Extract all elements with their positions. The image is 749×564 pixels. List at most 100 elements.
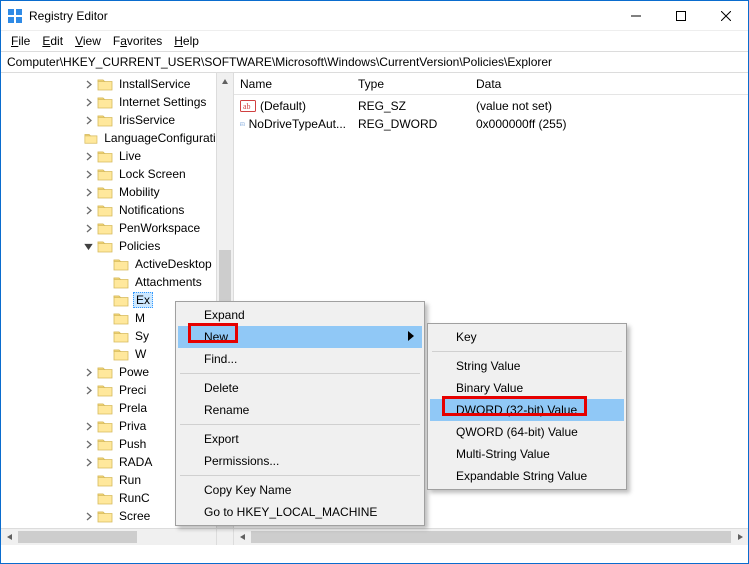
folder-icon bbox=[97, 437, 113, 451]
close-button[interactable] bbox=[703, 1, 748, 31]
tree-item-label: Lock Screen bbox=[117, 167, 188, 181]
cm-export[interactable]: Export bbox=[178, 428, 422, 450]
tree-item-label: W bbox=[133, 347, 148, 361]
cm-separator bbox=[180, 424, 420, 425]
tree-item[interactable]: Notifications bbox=[1, 201, 233, 219]
app-icon bbox=[7, 8, 23, 24]
new-submenu: Key String Value Binary Value DWORD (32-… bbox=[427, 323, 627, 490]
tree-item[interactable]: IrisService bbox=[1, 111, 233, 129]
collapse-icon[interactable] bbox=[81, 239, 95, 253]
scroll-left-button[interactable] bbox=[234, 529, 251, 545]
scroll-left-button[interactable] bbox=[1, 529, 18, 545]
expander-placeholder bbox=[81, 491, 95, 505]
expand-icon[interactable] bbox=[81, 437, 95, 451]
expander-placeholder bbox=[97, 311, 111, 325]
string-value-icon: ab bbox=[240, 98, 256, 114]
col-data[interactable]: Data bbox=[470, 73, 720, 94]
folder-icon bbox=[97, 365, 113, 379]
minimize-button[interactable] bbox=[613, 1, 658, 31]
menu-edit[interactable]: Edit bbox=[36, 32, 69, 50]
expander-placeholder bbox=[97, 293, 111, 307]
cm-rename[interactable]: Rename bbox=[178, 399, 422, 421]
tree-item[interactable]: Lock Screen bbox=[1, 165, 233, 183]
cm-copy-key-name[interactable]: Copy Key Name bbox=[178, 479, 422, 501]
expand-icon[interactable] bbox=[81, 95, 95, 109]
list-row[interactable]: ab (Default) REG_SZ (value not set) bbox=[234, 97, 748, 115]
tree-item-label: Priva bbox=[117, 419, 148, 433]
expand-icon[interactable] bbox=[81, 365, 95, 379]
expand-icon[interactable] bbox=[81, 509, 95, 523]
tree-item[interactable]: InstallService bbox=[1, 75, 233, 93]
tree-horizontal-scrollbar[interactable] bbox=[1, 528, 233, 545]
tree-item[interactable]: Internet Settings bbox=[1, 93, 233, 111]
tree-item-label: PenWorkspace bbox=[117, 221, 202, 235]
expand-icon[interactable] bbox=[81, 167, 95, 181]
menu-file[interactable]: File bbox=[5, 32, 36, 50]
address-bar[interactable]: Computer\HKEY_CURRENT_USER\SOFTWARE\Micr… bbox=[1, 51, 748, 73]
sm-expand[interactable]: Expandable String Value bbox=[430, 465, 624, 487]
tree-item-label: RunC bbox=[117, 491, 152, 505]
expander-placeholder bbox=[97, 257, 111, 271]
col-name[interactable]: Name bbox=[234, 73, 352, 94]
cm-go-to[interactable]: Go to HKEY_LOCAL_MACHINE bbox=[178, 501, 422, 523]
sm-dword[interactable]: DWORD (32-bit) Value bbox=[430, 399, 624, 421]
context-menu: Expand New Find... Delete Rename Export … bbox=[175, 301, 425, 526]
expander-placeholder bbox=[70, 131, 82, 145]
scroll-right-button[interactable] bbox=[731, 529, 748, 545]
sm-binary[interactable]: Binary Value bbox=[430, 377, 624, 399]
sm-multi[interactable]: Multi-String Value bbox=[430, 443, 624, 465]
list-body[interactable]: ab (Default) REG_SZ (value not set) 011 … bbox=[234, 95, 748, 135]
tree-item[interactable]: Attachments bbox=[1, 273, 233, 291]
list-row[interactable]: 011 NoDriveTypeAut... REG_DWORD 0x000000… bbox=[234, 115, 748, 133]
expand-icon[interactable] bbox=[81, 77, 95, 91]
scroll-thumb[interactable] bbox=[251, 531, 731, 543]
sm-string[interactable]: String Value bbox=[430, 355, 624, 377]
tree-item[interactable]: Policies bbox=[1, 237, 233, 255]
list-header: Name Type Data bbox=[234, 73, 748, 95]
cm-new[interactable]: New bbox=[178, 326, 422, 348]
expand-icon[interactable] bbox=[81, 455, 95, 469]
sm-key[interactable]: Key bbox=[430, 326, 624, 348]
expand-icon[interactable] bbox=[81, 221, 95, 235]
expand-icon[interactable] bbox=[81, 113, 95, 127]
col-type[interactable]: Type bbox=[352, 73, 470, 94]
tree-item-label: Notifications bbox=[117, 203, 186, 217]
folder-icon bbox=[97, 509, 113, 523]
tree-item[interactable]: Mobility bbox=[1, 183, 233, 201]
cm-expand[interactable]: Expand bbox=[178, 304, 422, 326]
address-text: Computer\HKEY_CURRENT_USER\SOFTWARE\Micr… bbox=[7, 55, 552, 69]
expand-icon[interactable] bbox=[81, 149, 95, 163]
folder-icon bbox=[97, 401, 113, 415]
binary-value-icon: 011 bbox=[240, 116, 245, 132]
scroll-thumb[interactable] bbox=[18, 531, 137, 543]
folder-icon bbox=[113, 329, 129, 343]
cm-delete[interactable]: Delete bbox=[178, 377, 422, 399]
cm-separator bbox=[180, 475, 420, 476]
expand-icon[interactable] bbox=[81, 419, 95, 433]
folder-icon bbox=[97, 419, 113, 433]
expand-icon[interactable] bbox=[81, 203, 95, 217]
folder-icon bbox=[97, 113, 113, 127]
expand-icon[interactable] bbox=[81, 185, 95, 199]
expander-placeholder bbox=[81, 473, 95, 487]
tree-item[interactable]: PenWorkspace bbox=[1, 219, 233, 237]
tree-item[interactable]: LanguageConfiguration bbox=[1, 129, 233, 147]
scroll-track[interactable] bbox=[18, 529, 216, 545]
tree-item-label: Prela bbox=[117, 401, 149, 415]
cm-permissions[interactable]: Permissions... bbox=[178, 450, 422, 472]
sm-qword[interactable]: QWORD (64-bit) Value bbox=[430, 421, 624, 443]
tree-item-label: Internet Settings bbox=[117, 95, 208, 109]
tree-item-label: ActiveDesktop bbox=[133, 257, 214, 271]
menu-view[interactable]: View bbox=[69, 32, 107, 50]
expand-icon[interactable] bbox=[81, 383, 95, 397]
scroll-up-button[interactable] bbox=[217, 73, 233, 90]
cm-find[interactable]: Find... bbox=[178, 348, 422, 370]
list-horizontal-scrollbar[interactable] bbox=[234, 528, 748, 545]
maximize-button[interactable] bbox=[658, 1, 703, 31]
scroll-track[interactable] bbox=[251, 529, 731, 545]
menu-favorites[interactable]: Favorites bbox=[107, 32, 168, 50]
menu-help[interactable]: Help bbox=[168, 32, 205, 50]
tree-item[interactable]: ActiveDesktop bbox=[1, 255, 233, 273]
tree-item[interactable]: Live bbox=[1, 147, 233, 165]
value-type: REG_SZ bbox=[352, 99, 470, 113]
